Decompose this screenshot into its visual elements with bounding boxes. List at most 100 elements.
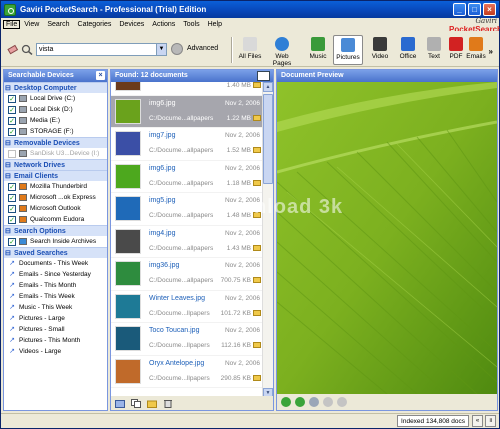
result-item[interactable]: img4.jpg Nov 2, 2006 C:/Docume...allpapers…	[111, 226, 263, 258]
saved-search-item[interactable]: ↗ Documents - This Week	[4, 258, 107, 269]
menu-search[interactable]: Search	[43, 21, 73, 28]
saved-search-item[interactable]: ↗ Pictures - Small	[4, 324, 107, 335]
category-video-button[interactable]: Video	[365, 35, 395, 65]
device-row[interactable]: ✓ STORAGE (F:)	[4, 126, 107, 137]
open-folder-icon[interactable]	[253, 277, 261, 283]
menu-help[interactable]: Help	[204, 21, 226, 28]
devices-panel-title: Searchable Devices	[8, 72, 74, 79]
device-row[interactable]: ✓ Qualcomm Eudora	[4, 214, 107, 225]
section-search-options[interactable]: Search Options	[4, 225, 107, 237]
result-item[interactable]: img36.jpg Nov 2, 2006 C:/Docume...allpaper…	[111, 258, 263, 291]
device-checkbox[interactable]: ✓	[8, 94, 16, 103]
open-folder-icon[interactable]	[253, 179, 261, 186]
open-folder-icon[interactable]	[253, 374, 261, 381]
device-checkbox[interactable]: ✓	[8, 105, 16, 114]
device-row[interactable]: ✓ Local Drive (C:)	[4, 93, 107, 104]
device-row[interactable]: ✓ Microsoft Outlook	[4, 203, 107, 214]
device-checkbox[interactable]: ✓	[8, 116, 16, 125]
device-row[interactable]: ✓ Local Disk (D:)	[4, 104, 107, 115]
email-client-icon	[19, 216, 27, 223]
advanced-button[interactable]: Advanced	[187, 45, 218, 52]
close-button[interactable]: ×	[483, 3, 496, 16]
category-web-pages-button[interactable]: Web Pages	[267, 35, 297, 67]
menu-view[interactable]: View	[20, 21, 43, 28]
section-removable-devices[interactable]: Removable Devices	[4, 137, 107, 149]
menu-file[interactable]: File	[3, 20, 21, 29]
print-icon[interactable]	[309, 397, 319, 407]
device-checkbox[interactable]: ✓	[8, 237, 16, 246]
section-desktop-computer[interactable]: Desktop Computer	[4, 82, 107, 94]
saved-search-item[interactable]: ↗ Emails - Since Yesterday	[4, 269, 107, 280]
device-row[interactable]: ✓ Mozilla Thunderbird	[4, 181, 107, 192]
zoom-in-icon[interactable]	[323, 397, 333, 407]
result-item[interactable]: img6.jpg Nov 2, 2006 C:/Docume...allpapers…	[111, 161, 263, 193]
title-bar[interactable]: Gaviri PocketSearch - Professional (Tria…	[1, 1, 499, 18]
saved-search-item[interactable]: ↗ Emails - This Month	[4, 280, 107, 291]
saved-search-item[interactable]: ↗ Music - This Week	[4, 302, 107, 313]
results-footer	[111, 396, 273, 410]
open-folder-icon[interactable]	[253, 114, 261, 121]
search-input[interactable]: vista ▼	[36, 43, 167, 56]
delete-icon[interactable]	[163, 399, 173, 408]
device-checkbox[interactable]: ✓	[8, 204, 16, 213]
device-checkbox[interactable]: ✓	[8, 193, 16, 202]
saved-search-item[interactable]: ↗ Pictures - Large	[4, 313, 107, 324]
results-scrollbar[interactable]: ▲ ▼	[262, 82, 273, 398]
device-row[interactable]: ✓ Search Inside Archives	[4, 236, 107, 247]
copy-icon[interactable]	[131, 398, 141, 408]
section-saved-searches[interactable]: Saved Searches	[4, 247, 107, 259]
device-checkbox[interactable]: ✓	[8, 215, 16, 224]
result-item[interactable]: Oryx Antelope.jpg Nov 2, 2006 C:/Docume...…	[111, 356, 263, 388]
drive-icon	[19, 117, 27, 124]
category-pictures-button[interactable]: Pictures	[333, 35, 363, 65]
chevron-down-icon[interactable]: ▼	[156, 44, 166, 55]
saved-search-item[interactable]: ↗ Emails - This Week	[4, 291, 107, 302]
section-email-clients[interactable]: Email Clients	[4, 170, 107, 182]
open-folder-icon[interactable]	[253, 309, 261, 316]
category-all-files-button[interactable]: All Files	[235, 35, 265, 65]
device-row[interactable]: SanDisk U3...Device (I:)	[4, 148, 107, 159]
menu-actions[interactable]: Actions	[148, 21, 179, 28]
more-icon[interactable]: »	[489, 47, 493, 56]
menu-categories[interactable]: Categories	[74, 21, 116, 28]
result-item[interactable]: Toco Toucan.jpg Nov 2, 2006 C:/Docume...ll…	[111, 323, 263, 356]
device-checkbox[interactable]	[8, 149, 16, 158]
rotate-right-icon[interactable]	[295, 397, 305, 407]
result-item[interactable]: Winter Leaves.jpg Nov 2, 2006 C:/Docume...…	[111, 291, 263, 323]
search-icon[interactable]	[21, 44, 33, 55]
menu-devices[interactable]: Devices	[115, 21, 148, 28]
maximize-button[interactable]: □	[468, 3, 481, 16]
result-item[interactable]: img6.jpg Nov 2, 2006 C:/Docume...allpapers…	[111, 95, 263, 128]
open-folder-icon[interactable]	[253, 244, 261, 251]
open-folder-icon[interactable]	[253, 342, 261, 348]
category-music-button[interactable]: Music	[303, 35, 333, 65]
close-icon[interactable]: ×	[96, 71, 105, 80]
open-folder-icon[interactable]	[253, 82, 261, 88]
rewind-icon[interactable]: «	[472, 415, 483, 427]
search-go-button[interactable]	[171, 43, 183, 55]
open-folder-icon[interactable]	[253, 147, 261, 153]
pause-icon[interactable]: ॥	[485, 415, 496, 427]
saved-search-item[interactable]: ↗ Pictures - This Month	[4, 335, 107, 346]
result-date: Nov 2, 2006	[224, 262, 260, 269]
saved-search-item[interactable]: ↗ Videos - Large	[4, 346, 107, 357]
scroll-thumb[interactable]	[263, 94, 273, 184]
folder-icon[interactable]	[147, 399, 157, 408]
device-checkbox[interactable]: ✓	[8, 182, 16, 191]
rotate-left-icon[interactable]	[281, 397, 291, 407]
result-path: C:/Docume...llpapers	[149, 342, 210, 349]
result-item[interactable]: 1.40 MB	[111, 82, 263, 96]
scroll-up-icon[interactable]: ▲	[263, 82, 273, 92]
open-icon[interactable]	[115, 399, 125, 408]
device-row[interactable]: ✓ Microsoft ...ok Express	[4, 192, 107, 203]
result-item[interactable]: img7.jpg Nov 2, 2006 C:/Docume...allpapers…	[111, 128, 263, 161]
zoom-out-icon[interactable]	[337, 397, 347, 407]
device-checkbox[interactable]: ✓	[8, 127, 16, 136]
section-network-drives[interactable]: Network Drives	[4, 159, 107, 171]
minimize-button[interactable]: _	[453, 3, 466, 16]
eraser-icon[interactable]	[7, 44, 19, 55]
view-options-icon[interactable]	[257, 71, 270, 81]
category-emails-button[interactable]: Emails	[461, 35, 491, 65]
device-row[interactable]: ✓ Media (E:)	[4, 115, 107, 126]
menu-tools[interactable]: Tools	[179, 21, 203, 28]
